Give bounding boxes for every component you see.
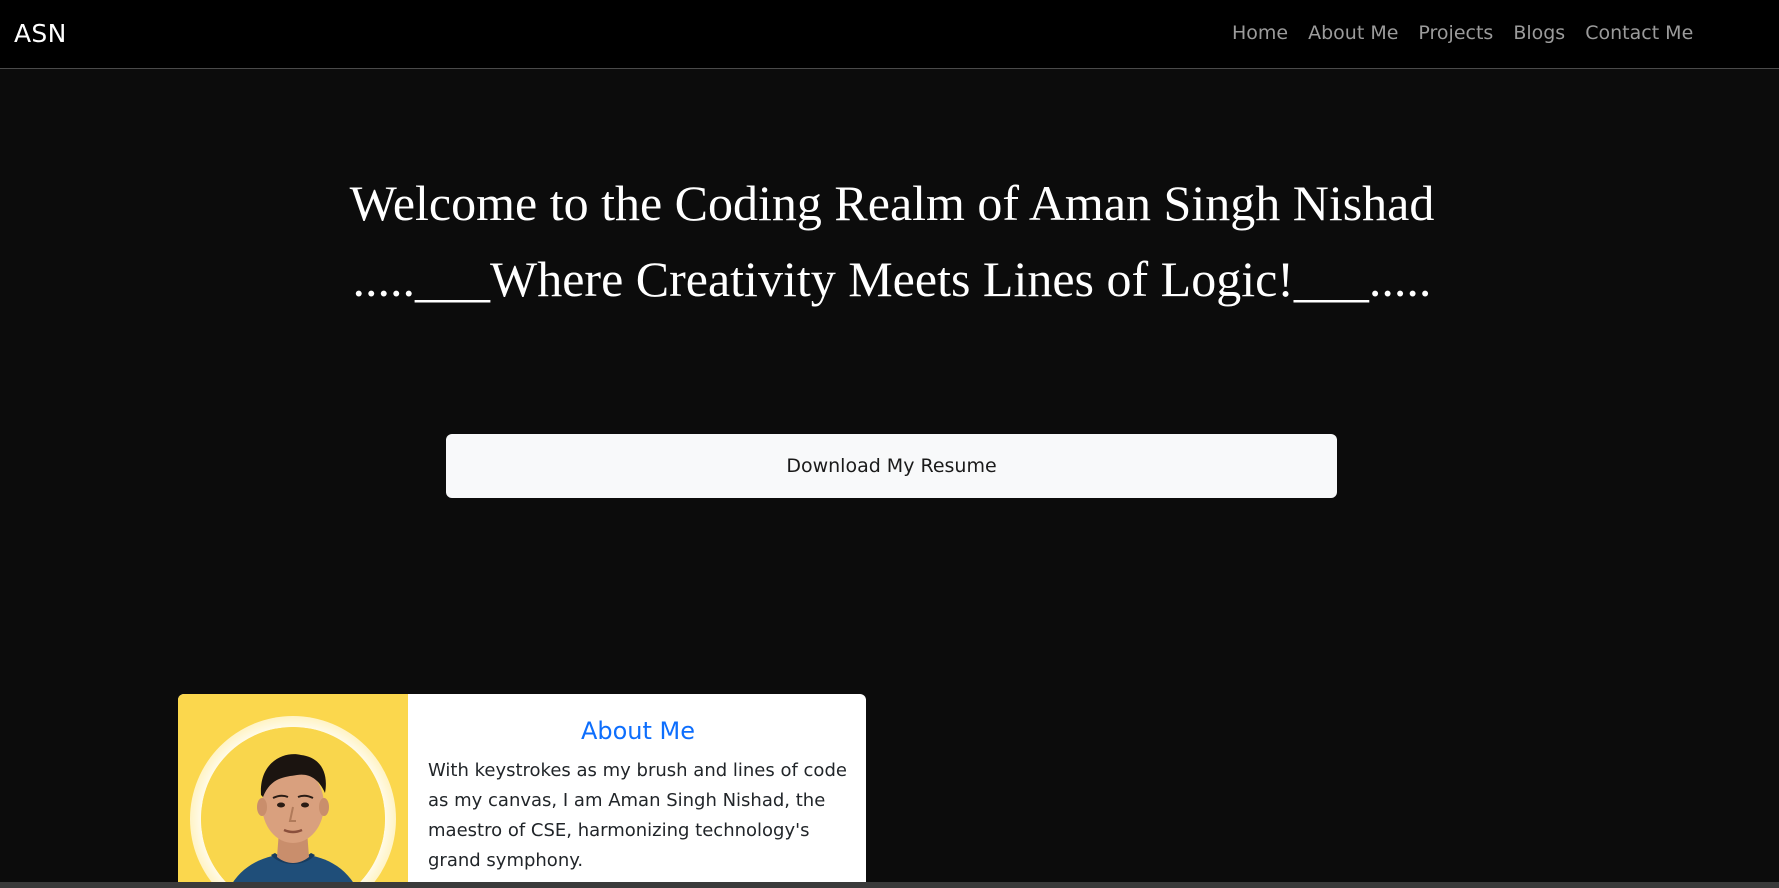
about-paragraph: With keystrokes as my brush and lines of… [428, 760, 847, 871]
hero-title-line2: .....___Where Creativity Meets Lines of … [352, 251, 1432, 307]
nav-links: Home About Me Projects Blogs Contact Me [1232, 22, 1713, 44]
about-text: About Me With keystrokes as my brush and… [428, 714, 848, 876]
about-photo-panel [178, 694, 408, 888]
about-card: About Me With keystrokes as my brush and… [178, 694, 866, 888]
nav-link-contact-me[interactable]: Contact Me [1585, 22, 1693, 44]
hero-title: Welcome to the Coding Realm of Aman Sing… [0, 165, 1779, 317]
nav-link-projects[interactable]: Projects [1418, 22, 1493, 44]
nav-link-blogs[interactable]: Blogs [1513, 22, 1565, 44]
nav-link-about-me[interactable]: About Me [1308, 22, 1398, 44]
page: ASN Home About Me Projects Blogs Contact… [0, 0, 1779, 888]
bottom-scroll-edge [0, 882, 1779, 888]
hero-title-line1: Welcome to the Coding Realm of Aman Sing… [349, 175, 1435, 231]
nav-link-home[interactable]: Home [1232, 22, 1288, 44]
about-heading: About Me [580, 717, 696, 745]
navbar: ASN Home About Me Projects Blogs Contact… [0, 0, 1779, 69]
brand-logo[interactable]: ASN [14, 19, 67, 48]
download-resume-button[interactable]: Download My Resume [446, 434, 1337, 498]
